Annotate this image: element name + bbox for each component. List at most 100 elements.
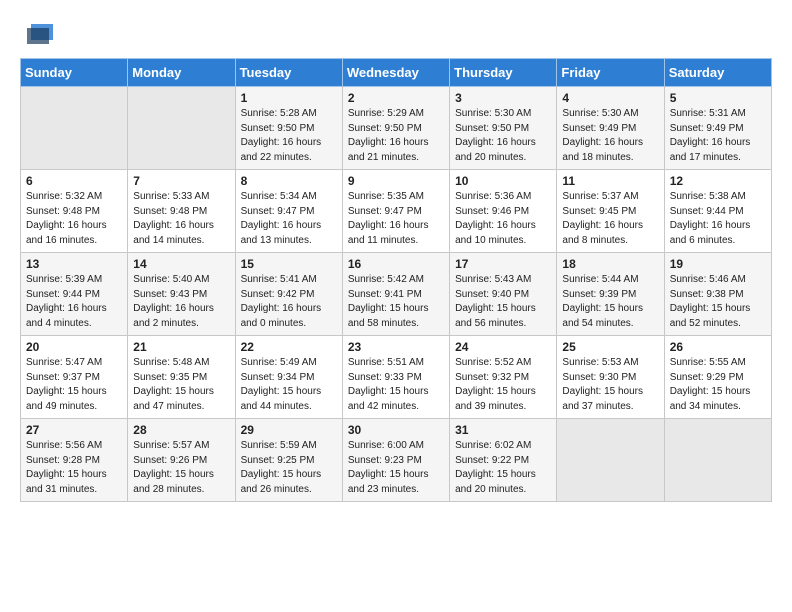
day-number: 13: [26, 257, 122, 271]
day-cell: 10 Sunrise: 5:36 AMSunset: 9:46 PMDayligh…: [450, 170, 557, 253]
day-cell: 21 Sunrise: 5:48 AMSunset: 9:35 PMDayligh…: [128, 336, 235, 419]
day-cell: [557, 419, 664, 502]
day-cell: 1 Sunrise: 5:28 AMSunset: 9:50 PMDaylight…: [235, 87, 342, 170]
day-number: 7: [133, 174, 229, 188]
day-detail: Sunrise: 5:28 AMSunset: 9:50 PMDaylight:…: [241, 107, 337, 165]
day-number: 10: [455, 174, 551, 188]
day-cell: 31Sunrise: 6:02 AMSunset: 9:22 PMDayligh…: [450, 419, 557, 502]
day-detail: Sunrise: 5:39 AMSunset: 9:44 PMDaylight:…: [26, 273, 122, 331]
calendar-header-row: SundayMondayTuesdayWednesdayThursdayFrid…: [21, 59, 772, 87]
day-cell: 12 Sunrise: 5:38 AMSunset: 9:44 PMDayligh…: [664, 170, 771, 253]
day-number: 1: [241, 91, 337, 105]
day-cell: 28 Sunrise: 5:57 AMSunset: 9:26 PMDayligh…: [128, 419, 235, 502]
day-cell: 2 Sunrise: 5:29 AMSunset: 9:50 PMDaylight…: [342, 87, 449, 170]
day-detail: Sunrise: 6:00 AMSunset: 9:23 PMDaylight:…: [348, 439, 444, 497]
day-number: 2: [348, 91, 444, 105]
day-number: 29: [241, 423, 337, 437]
day-header-saturday: Saturday: [664, 59, 771, 87]
day-cell: 20 Sunrise: 5:47 AMSunset: 9:37 PMDayligh…: [21, 336, 128, 419]
day-detail: Sunrise: 5:49 AMSunset: 9:34 PMDaylight:…: [241, 356, 337, 414]
day-header-monday: Monday: [128, 59, 235, 87]
week-row-1: 1 Sunrise: 5:28 AMSunset: 9:50 PMDaylight…: [21, 87, 772, 170]
day-cell: 18Sunrise: 5:44 AMSunset: 9:39 PMDayligh…: [557, 253, 664, 336]
day-detail: Sunrise: 5:42 AMSunset: 9:41 PMDaylight:…: [348, 273, 444, 331]
day-number: 18: [562, 257, 658, 271]
day-cell: 4Sunrise: 5:30 AMSunset: 9:49 PMDaylight…: [557, 87, 664, 170]
day-detail: Sunrise: 5:57 AMSunset: 9:26 PMDaylight:…: [133, 439, 229, 497]
day-cell: 23 Sunrise: 5:51 AMSunset: 9:33 PMDayligh…: [342, 336, 449, 419]
day-detail: Sunrise: 5:43 AMSunset: 9:40 PMDaylight:…: [455, 273, 551, 331]
day-number: 12: [670, 174, 766, 188]
day-number: 4: [562, 91, 658, 105]
day-detail: Sunrise: 5:38 AMSunset: 9:44 PMDaylight:…: [670, 190, 766, 248]
day-number: 21: [133, 340, 229, 354]
day-detail: Sunrise: 5:34 AMSunset: 9:47 PMDaylight:…: [241, 190, 337, 248]
day-detail: Sunrise: 5:37 AMSunset: 9:45 PMDaylight:…: [562, 190, 658, 248]
day-cell: 8 Sunrise: 5:34 AMSunset: 9:47 PMDaylight…: [235, 170, 342, 253]
day-number: 27: [26, 423, 122, 437]
day-number: 24: [455, 340, 551, 354]
day-cell: 17 Sunrise: 5:43 AMSunset: 9:40 PMDayligh…: [450, 253, 557, 336]
day-number: 3: [455, 91, 551, 105]
day-header-wednesday: Wednesday: [342, 59, 449, 87]
day-cell: 16 Sunrise: 5:42 AMSunset: 9:41 PMDayligh…: [342, 253, 449, 336]
day-number: 23: [348, 340, 444, 354]
day-number: 8: [241, 174, 337, 188]
day-number: 20: [26, 340, 122, 354]
day-number: 17: [455, 257, 551, 271]
day-number: 28: [133, 423, 229, 437]
day-detail: Sunrise: 5:31 AMSunset: 9:49 PMDaylight:…: [670, 107, 766, 165]
day-detail: Sunrise: 5:33 AMSunset: 9:48 PMDaylight:…: [133, 190, 229, 248]
logo: [20, 20, 55, 48]
day-detail: Sunrise: 5:46 AMSunset: 9:38 PMDaylight:…: [670, 273, 766, 331]
day-detail: Sunrise: 5:35 AMSunset: 9:47 PMDaylight:…: [348, 190, 444, 248]
day-cell: 25Sunrise: 5:53 AMSunset: 9:30 PMDayligh…: [557, 336, 664, 419]
day-number: 14: [133, 257, 229, 271]
day-number: 9: [348, 174, 444, 188]
day-number: 15: [241, 257, 337, 271]
day-detail: Sunrise: 5:47 AMSunset: 9:37 PMDaylight:…: [26, 356, 122, 414]
day-header-sunday: Sunday: [21, 59, 128, 87]
day-detail: Sunrise: 5:40 AMSunset: 9:43 PMDaylight:…: [133, 273, 229, 331]
day-number: 16: [348, 257, 444, 271]
day-cell: 5 Sunrise: 5:31 AMSunset: 9:49 PMDaylight…: [664, 87, 771, 170]
day-cell: [21, 87, 128, 170]
day-number: 19: [670, 257, 766, 271]
day-cell: 27 Sunrise: 5:56 AMSunset: 9:28 PMDayligh…: [21, 419, 128, 502]
day-detail: Sunrise: 5:56 AMSunset: 9:28 PMDaylight:…: [26, 439, 122, 497]
page-header: [20, 20, 772, 48]
day-cell: 26 Sunrise: 5:55 AMSunset: 9:29 PMDayligh…: [664, 336, 771, 419]
day-cell: 3 Sunrise: 5:30 AMSunset: 9:50 PMDaylight…: [450, 87, 557, 170]
day-detail: Sunrise: 5:52 AMSunset: 9:32 PMDaylight:…: [455, 356, 551, 414]
day-cell: 30 Sunrise: 6:00 AMSunset: 9:23 PMDayligh…: [342, 419, 449, 502]
day-number: 30: [348, 423, 444, 437]
day-cell: 6 Sunrise: 5:32 AMSunset: 9:48 PMDaylight…: [21, 170, 128, 253]
day-number: 31: [455, 423, 551, 437]
day-cell: 15 Sunrise: 5:41 AMSunset: 9:42 PMDayligh…: [235, 253, 342, 336]
day-cell: 9 Sunrise: 5:35 AMSunset: 9:47 PMDaylight…: [342, 170, 449, 253]
day-detail: Sunrise: 5:55 AMSunset: 9:29 PMDaylight:…: [670, 356, 766, 414]
day-number: 11: [562, 174, 658, 188]
day-detail: Sunrise: 5:41 AMSunset: 9:42 PMDaylight:…: [241, 273, 337, 331]
day-detail: Sunrise: 5:36 AMSunset: 9:46 PMDaylight:…: [455, 190, 551, 248]
day-detail: Sunrise: 5:48 AMSunset: 9:35 PMDaylight:…: [133, 356, 229, 414]
day-cell: 13 Sunrise: 5:39 AMSunset: 9:44 PMDayligh…: [21, 253, 128, 336]
week-row-2: 6 Sunrise: 5:32 AMSunset: 9:48 PMDaylight…: [21, 170, 772, 253]
day-number: 5: [670, 91, 766, 105]
day-header-tuesday: Tuesday: [235, 59, 342, 87]
day-number: 6: [26, 174, 122, 188]
day-detail: Sunrise: 5:32 AMSunset: 9:48 PMDaylight:…: [26, 190, 122, 248]
day-detail: Sunrise: 5:29 AMSunset: 9:50 PMDaylight:…: [348, 107, 444, 165]
day-header-friday: Friday: [557, 59, 664, 87]
day-cell: [128, 87, 235, 170]
day-detail: Sunrise: 5:51 AMSunset: 9:33 PMDaylight:…: [348, 356, 444, 414]
day-cell: 11 Sunrise: 5:37 AMSunset: 9:45 PMDayligh…: [557, 170, 664, 253]
day-detail: Sunrise: 5:30 AMSunset: 9:50 PMDaylight:…: [455, 107, 551, 165]
day-cell: 22 Sunrise: 5:49 AMSunset: 9:34 PMDayligh…: [235, 336, 342, 419]
calendar-table: SundayMondayTuesdayWednesdayThursdayFrid…: [20, 58, 772, 502]
week-row-4: 20 Sunrise: 5:47 AMSunset: 9:37 PMDayligh…: [21, 336, 772, 419]
day-number: 22: [241, 340, 337, 354]
day-number: 26: [670, 340, 766, 354]
day-cell: 19 Sunrise: 5:46 AMSunset: 9:38 PMDayligh…: [664, 253, 771, 336]
week-row-5: 27 Sunrise: 5:56 AMSunset: 9:28 PMDayligh…: [21, 419, 772, 502]
